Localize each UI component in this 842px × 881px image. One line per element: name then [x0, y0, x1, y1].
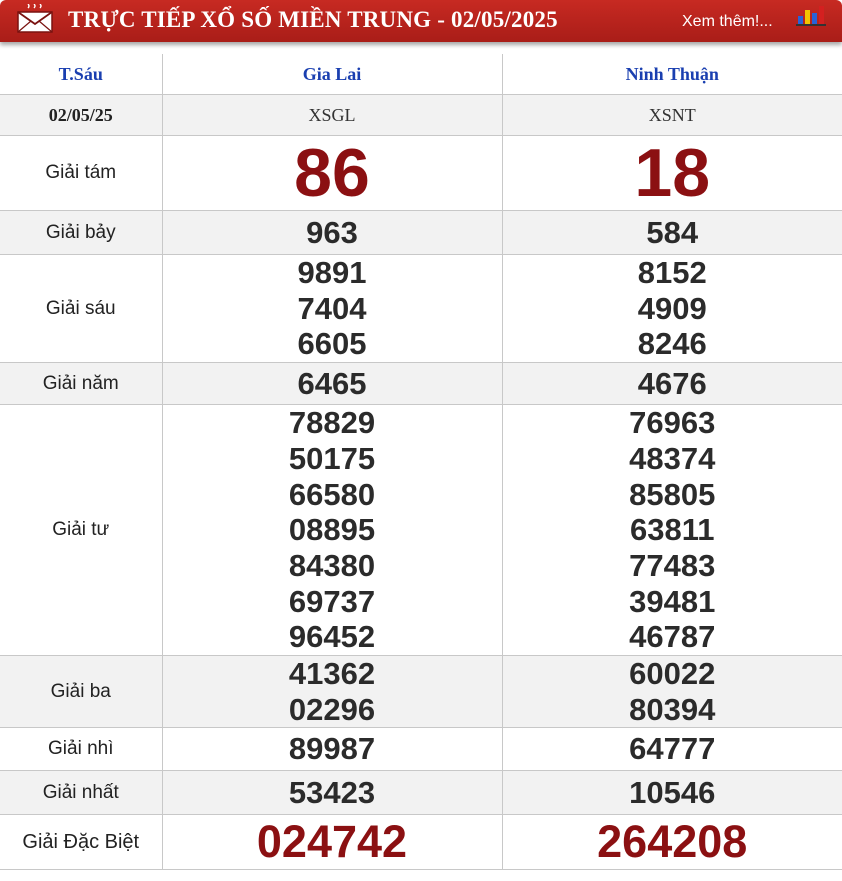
result-number: 18	[634, 135, 711, 211]
special-result-number: 264208	[597, 816, 748, 868]
result-number: 10546	[629, 775, 716, 811]
page-title: TRỰC TIẾP XỔ SỐ MIỀN TRUNG - 02/05/2025	[68, 7, 558, 32]
special-result-number: 024742	[256, 816, 408, 868]
prize-row-eighth: Giải tám 86 18	[0, 135, 842, 211]
result-number: 60022	[629, 656, 716, 692]
result-number: 53423	[288, 775, 376, 811]
result-number: 85805	[629, 476, 716, 512]
result-number: 89987	[288, 731, 376, 767]
prize-row-seventh: Giải bảy 963 584	[0, 210, 842, 255]
result-cell: 8152 4909 8246	[501, 253, 842, 364]
results-table: T.Sáu Gia Lai Ninh Thuận 02/05/25 XSGL X…	[0, 54, 842, 871]
result-number: 69737	[288, 583, 376, 619]
province-header-ninh-thuan[interactable]: Ninh Thuận	[501, 54, 842, 95]
prize-row-fourth: Giải tư 78829 50175 66580 08895 84380 69…	[0, 404, 842, 657]
result-number: 86	[294, 135, 370, 211]
prize-row-second: Giải nhì 89987 64777	[0, 727, 842, 772]
province-code-ninh-thuan: XSNT	[501, 94, 842, 136]
prize-label: Giải sáu	[0, 253, 163, 364]
result-number: 78829	[288, 405, 376, 441]
prize-row-sixth: Giải sáu 9891 7404 6605 8152 4909 8246	[0, 253, 842, 364]
result-number: 66580	[288, 476, 376, 512]
result-number: 08895	[288, 512, 376, 548]
result-number: 48374	[629, 440, 716, 476]
result-number: 41362	[288, 656, 376, 692]
results-header: TRỰC TIẾP XỔ SỐ MIỀN TRUNG - 02/05/2025 …	[0, 0, 842, 42]
result-cell: 60022 80394	[501, 655, 842, 729]
result-number: 9891	[297, 255, 367, 290]
result-number: 96452	[288, 619, 376, 655]
mail-icon	[17, 4, 53, 33]
result-number: 77483	[629, 547, 716, 583]
result-cell: 963	[161, 210, 503, 255]
result-number: 8246	[637, 326, 707, 362]
bar-chart-icon[interactable]	[796, 4, 826, 26]
see-more-link[interactable]: Xem thêm!...	[682, 13, 773, 31]
result-cell: 64777	[501, 727, 842, 772]
result-cell: 76963 48374 85805 63811 77483 39481 4678…	[501, 404, 842, 657]
result-cell: 86	[161, 135, 503, 211]
result-cell: 6465	[161, 362, 503, 406]
prize-label: Giải tư	[0, 404, 163, 657]
result-number: 63811	[630, 512, 715, 548]
result-number: 7404	[297, 290, 367, 326]
result-cell: 024742	[161, 814, 503, 871]
result-cell: 18	[501, 135, 842, 211]
result-cell: 9891 7404 6605	[161, 253, 503, 364]
result-number: 50175	[288, 440, 376, 476]
result-number: 8152	[637, 255, 707, 290]
result-number: 39481	[629, 583, 716, 619]
draw-date: 02/05/25	[0, 94, 163, 136]
result-number: 584	[646, 215, 699, 250]
prize-label: Giải nhì	[0, 727, 163, 772]
result-number: 64777	[629, 731, 716, 767]
table-header-row: T.Sáu Gia Lai Ninh Thuận	[0, 54, 842, 95]
result-cell: 10546	[501, 770, 842, 816]
result-cell: 41362 02296	[161, 655, 503, 729]
prize-label: Giải Đặc Biệt	[0, 814, 163, 871]
prize-label: Giải tám	[0, 135, 163, 211]
province-code-gia-lai: XSGL	[161, 94, 503, 136]
prize-label: Giải bảy	[0, 210, 163, 255]
prize-row-first: Giải nhất 53423 10546	[0, 770, 842, 816]
result-number: 76963	[629, 405, 716, 441]
prize-row-special: Giải Đặc Biệt 024742 264208	[0, 814, 842, 871]
result-number: 4676	[637, 366, 707, 402]
prize-label: Giải ba	[0, 655, 163, 729]
result-number: 4909	[637, 290, 707, 326]
result-number: 02296	[288, 691, 376, 727]
result-cell: 89987	[161, 727, 503, 772]
prize-row-fifth: Giải năm 6465 4676	[0, 362, 842, 406]
result-cell: 264208	[501, 814, 842, 871]
result-cell: 584	[501, 210, 842, 255]
province-header-gia-lai[interactable]: Gia Lai	[161, 54, 503, 95]
result-number: 6465	[297, 366, 367, 402]
result-cell: 53423	[161, 770, 503, 816]
date-row: 02/05/25 XSGL XSNT	[0, 94, 842, 136]
result-number: 80394	[629, 691, 716, 727]
result-cell: 4676	[501, 362, 842, 406]
weekday-header: T.Sáu	[0, 54, 163, 95]
result-number: 46787	[629, 619, 716, 655]
result-number: 963	[306, 215, 358, 250]
result-cell: 78829 50175 66580 08895 84380 69737 9645…	[161, 404, 503, 657]
prize-row-third: Giải ba 41362 02296 60022 80394	[0, 655, 842, 729]
prize-label: Giải nhất	[0, 770, 163, 816]
result-number: 6605	[297, 326, 367, 362]
result-number: 84380	[288, 547, 376, 583]
prize-label: Giải năm	[0, 362, 163, 406]
